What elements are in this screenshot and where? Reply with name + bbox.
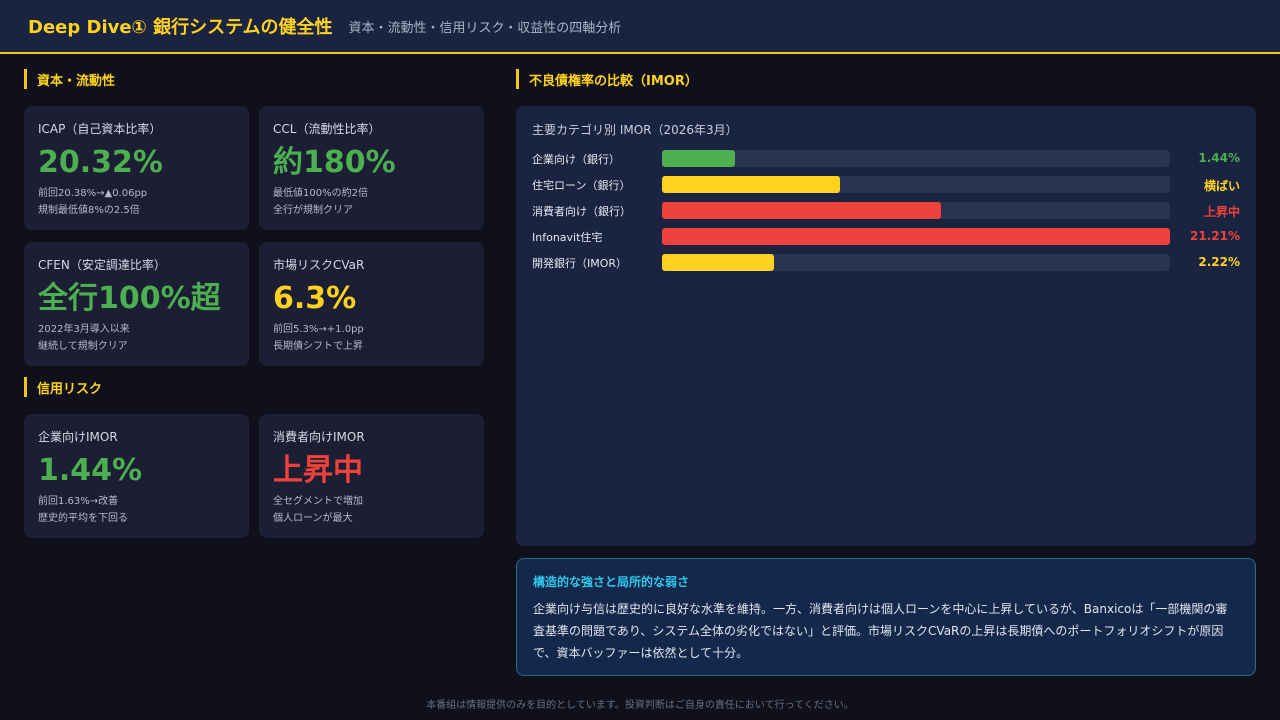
card-note: 規制最低値8%の2.5倍: [38, 205, 140, 216]
card-note: 前回20.38%→▲0.06pp: [38, 188, 148, 199]
section-title-capital: 資本・流動性: [24, 69, 115, 89]
chart-bar-track: [662, 150, 1170, 167]
card-note: 最低値100%の約2倍: [273, 188, 368, 199]
card-note: 歴史的平均を下回る: [38, 513, 128, 524]
card-note: 前回1.63%→改善: [38, 496, 119, 507]
card-icap: ICAP（自己資本比率） 20.32% 前回20.38%→▲0.06pp 規制最…: [24, 106, 249, 230]
chart-value-label: 上昇中: [1203, 205, 1240, 219]
insight-body: 企業向け与信は歴史的に良好な水準を維持。一方、消費者向けは個人ローンを中心に上昇…: [533, 602, 1228, 660]
page-subtitle: 資本・流動性・信用リスク・収益性の四軸分析: [348, 20, 622, 36]
chart-value-label: 21.21%: [1190, 229, 1240, 243]
section-title-credit: 信用リスク: [24, 377, 102, 397]
card-label: ICAP（自己資本比率）: [38, 122, 162, 136]
card-label: 消費者向けIMOR: [273, 430, 365, 444]
section-title-chart: 不良債権率の比較（IMOR）: [516, 69, 698, 89]
chart-category-label: 住宅ローン（銀行）: [532, 179, 631, 192]
card-cfen: CFEN（安定調達比率） 全行100%超 2022年3月導入以来 継続して規制ク…: [24, 242, 249, 366]
card-value: 約180%: [273, 145, 396, 180]
imor-chart-panel: 主要カテゴリ別 IMOR（2026年3月） 企業向け（銀行） 1.44% 住宅ローン…: [516, 106, 1256, 546]
card-note: 全行が規制クリア: [273, 205, 353, 216]
card-value: 1.44%: [38, 453, 143, 488]
insight-title: 構造的な強さと局所的な弱さ: [533, 575, 690, 589]
card-value: 6.3%: [273, 281, 357, 316]
card-note: 個人ローンが最大: [273, 513, 353, 524]
card-note: 継続して規制クリア: [38, 341, 128, 352]
card-consumer-imor: 消費者向けIMOR 上昇中 全セグメントで増加 個人ローンが最大: [259, 414, 484, 538]
card-note: 全セグメントで増加: [273, 496, 363, 507]
card-ccl: CCL（流動性比率） 約180% 最低値100%の約2倍 全行が規制クリア: [259, 106, 484, 230]
card-corporate-imor: 企業向けIMOR 1.44% 前回1.63%→改善 歴史的平均を下回る: [24, 414, 249, 538]
chart-bar: [662, 254, 774, 271]
chart-bar: [662, 228, 1170, 245]
card-value: 上昇中: [273, 453, 363, 488]
card-value: 全行100%超: [38, 281, 221, 316]
card-label: 市場リスクCVaR: [273, 258, 365, 272]
chart-category-label: Infonavit住宅: [532, 231, 603, 244]
chart-category-label: 開発銀行（IMOR）: [532, 257, 628, 270]
chart-bar: [662, 150, 735, 167]
card-note: 前回5.3%→+1.0pp: [273, 324, 364, 335]
card-value: 20.32%: [38, 145, 163, 180]
card-label: 企業向けIMOR: [38, 430, 118, 444]
insight-box: 構造的な強さと局所的な弱さ 企業向け与信は歴史的に良好な水準を維持。一方、消費者…: [516, 558, 1256, 676]
chart-value-label: 1.44%: [1198, 151, 1240, 165]
chart-category-label: 消費者向け（銀行）: [532, 205, 631, 218]
card-note: 長期債シフトで上昇: [273, 341, 363, 352]
chart-category-label: 企業向け（銀行）: [532, 153, 620, 166]
chart-value-label: 横ばい: [1203, 179, 1240, 193]
chart-bar: [662, 202, 941, 219]
chart-title: 主要カテゴリ別 IMOR（2026年3月）: [532, 123, 738, 137]
card-label: CCL（流動性比率）: [273, 122, 381, 136]
card-label: CFEN（安定調達比率）: [38, 258, 166, 272]
card-note: 2022年3月導入以来: [38, 324, 130, 335]
header-bar: Deep Dive① 銀行システムの健全性 資本・流動性・信用リスク・収益性の四…: [0, 0, 1280, 54]
chart-value-label: 2.22%: [1198, 255, 1240, 269]
page-title: Deep Dive① 銀行システムの健全性: [28, 17, 333, 38]
disclaimer-footer: 本番組は情報提供のみを目的としています。投資判断はご自身の責任において行ってくだ…: [426, 700, 854, 711]
chart-bar: [662, 176, 840, 193]
card-cvar: 市場リスクCVaR 6.3% 前回5.3%→+1.0pp 長期債シフトで上昇: [259, 242, 484, 366]
